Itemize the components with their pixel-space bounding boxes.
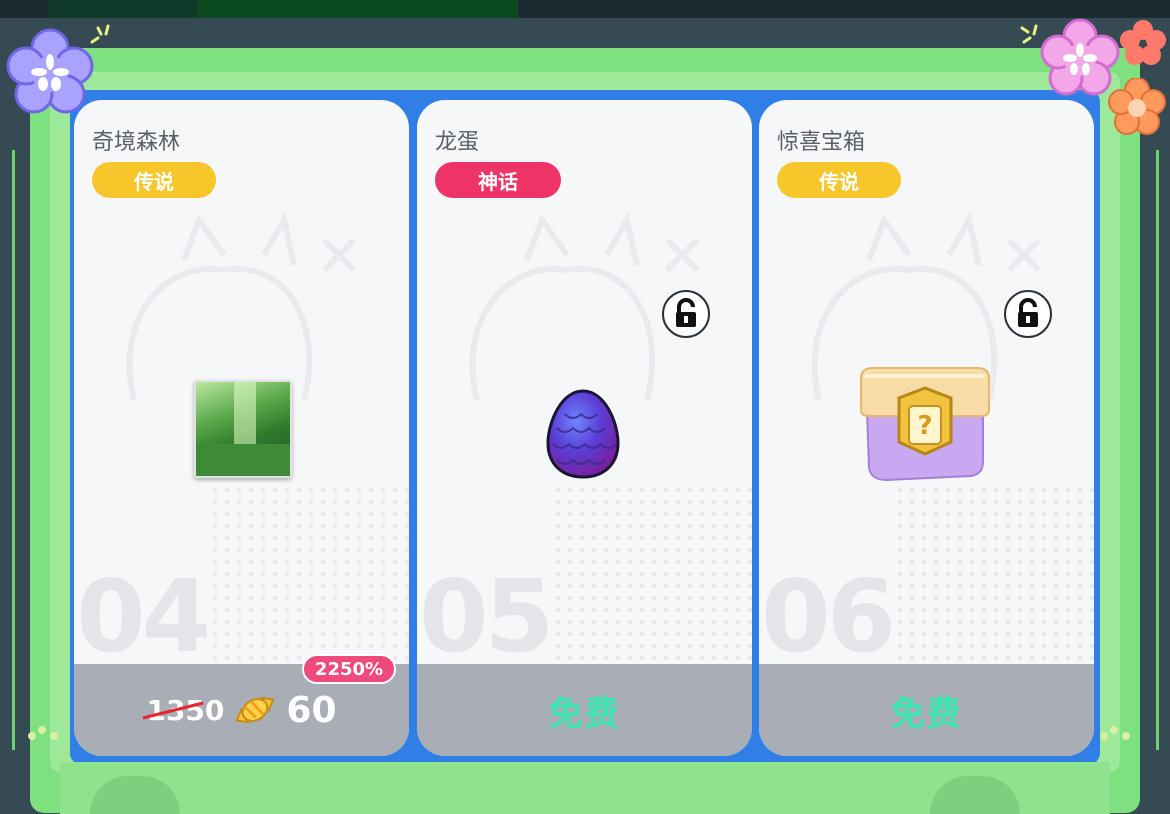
forest-scene-image — [194, 380, 292, 478]
side-line — [12, 150, 15, 750]
card-title: 惊喜宝箱 — [777, 130, 866, 155]
svg-text:?: ? — [917, 411, 932, 441]
paw-decoration — [930, 776, 1020, 814]
top-strip-block — [48, 0, 198, 18]
free-label: 免费 — [890, 693, 963, 734]
shop-card[interactable]: 龙蛋 神话 05 免费 — [417, 100, 752, 756]
original-price: 1350 — [143, 693, 225, 727]
card-title: 奇境森林 — [92, 130, 181, 155]
paw-decoration — [90, 776, 180, 814]
side-line — [1156, 150, 1159, 750]
surprise-chest-image: ? — [860, 367, 990, 482]
top-strip — [0, 0, 1170, 18]
candy-icon — [235, 696, 276, 724]
shop-card[interactable]: 惊喜宝箱 传说 ? 06 免费 — [759, 100, 1094, 756]
card-number: 05 — [419, 558, 554, 675]
lock-button[interactable] — [1004, 290, 1052, 338]
flower-icon — [1120, 20, 1166, 65]
discount-price: 60 — [286, 689, 337, 731]
sparkle-icon — [90, 24, 110, 44]
card-number: 06 — [761, 558, 896, 675]
price-group: 1350 60 — [143, 689, 337, 731]
card-title: 龙蛋 — [435, 130, 480, 155]
dot-pattern — [209, 484, 409, 664]
dot-pattern — [552, 484, 752, 664]
forest-light — [234, 382, 256, 452]
forest-ground — [196, 444, 290, 476]
lock-icon — [676, 298, 696, 327]
lock-icon — [1018, 298, 1038, 327]
discount-badge: 2250% — [302, 654, 396, 684]
bottom-band — [60, 762, 1110, 814]
sparkle-icon — [28, 726, 58, 740]
price-footer[interactable]: 免费 — [417, 664, 752, 756]
rarity-badge: 传说 — [777, 162, 901, 198]
top-strip-block — [198, 0, 518, 18]
sparkle-icon — [1100, 726, 1130, 740]
flower-icon — [1108, 78, 1166, 135]
original-price-value: 1350 — [146, 693, 225, 727]
rarity-badge: 神话 — [435, 162, 561, 198]
dragon-egg-image — [546, 389, 620, 479]
flower-icon — [6, 28, 94, 114]
dot-pattern — [894, 484, 1094, 664]
free-label: 免费 — [548, 693, 621, 734]
price-footer[interactable]: 免费 — [759, 664, 1094, 756]
lock-button[interactable] — [662, 290, 710, 338]
sparkle-icon — [1020, 24, 1038, 44]
rarity-badge: 传说 — [92, 162, 216, 198]
card-number: 04 — [76, 558, 211, 675]
